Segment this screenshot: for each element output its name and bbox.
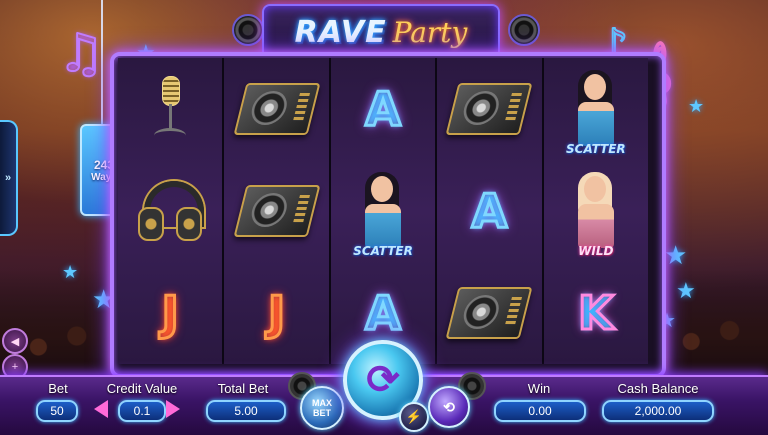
star-icon: ★: [664, 240, 688, 270]
double-chevron-right-icon: »: [4, 172, 12, 184]
turntable-symbol-icon: [445, 287, 533, 339]
reel-cell: [118, 58, 222, 160]
reel-cell: SCATTER: [544, 58, 648, 160]
reel-cell: A: [331, 58, 435, 160]
star-icon: ★: [676, 278, 696, 303]
reel-area: J J A SCATTER A A SCATTER WILD K: [118, 58, 649, 364]
spin-arrows-icon: ⟳: [366, 358, 400, 402]
reel-cell: [224, 58, 328, 160]
star-icon: ★: [62, 262, 79, 282]
badge-cord: [101, 0, 103, 124]
wild-tag: WILD: [578, 244, 614, 258]
credit-value: 0.1: [118, 400, 166, 422]
reel-3: A SCATTER A: [330, 58, 438, 364]
star-icon: ★: [688, 96, 705, 116]
turbo-button[interactable]: ⚡: [399, 402, 429, 432]
music-note-icon: ♫: [57, 23, 106, 85]
cash-balance-label: Cash Balance: [617, 381, 699, 396]
sound-button[interactable]: ◀: [2, 328, 28, 354]
microphone-symbol-icon: [150, 76, 190, 142]
reel-cell: WILD: [544, 160, 648, 262]
logo-text-rave: RAVE: [294, 14, 387, 50]
symbol-a: A: [364, 285, 403, 342]
turntable-symbol-icon: [233, 185, 321, 237]
sound-icon: ◀: [10, 335, 20, 348]
cash-balance-value: 2,000.00: [602, 400, 714, 422]
turntable-symbol-icon: [445, 83, 533, 135]
reel-cell: K: [544, 262, 648, 364]
win-value: 0.00: [494, 400, 586, 422]
reel-2: J: [224, 58, 331, 364]
bet-label: Bet: [48, 381, 68, 396]
credit-value-label: Credit Value: [106, 381, 178, 396]
total-bet-label: Total Bet: [217, 381, 269, 396]
max-bet-button[interactable]: MAX BET: [300, 386, 344, 430]
reel-cell: SCATTER: [331, 160, 435, 262]
reel-cell: [118, 160, 222, 262]
win-label: Win: [527, 381, 551, 396]
wild-symbol: [564, 172, 628, 250]
reel-cell: [224, 160, 328, 262]
autoplay-icon: ⟲: [443, 398, 455, 415]
reel-1: J: [118, 58, 225, 364]
credit-increase-button[interactable]: [166, 400, 180, 418]
headphones-symbol-icon: [138, 181, 205, 241]
reel-cell: [437, 262, 541, 364]
reel-4: A: [437, 58, 544, 364]
reel-cell: [437, 58, 541, 160]
speaker-icon: [232, 14, 264, 46]
total-bet-value: 5.00: [206, 400, 286, 422]
symbol-j: J: [160, 285, 180, 342]
reel-cell: J: [224, 262, 328, 364]
side-menu-tab[interactable]: »: [0, 120, 18, 236]
turntable-symbol-icon: [233, 83, 321, 135]
symbol-a: A: [364, 81, 403, 138]
logo-text-party: Party: [392, 15, 468, 49]
reel-cell: A: [437, 160, 541, 262]
scatter-symbol: [351, 172, 415, 250]
plus-icon: +: [11, 361, 19, 373]
speaker-icon: [508, 14, 540, 46]
scatter-symbol: [564, 70, 628, 148]
symbol-a: A: [470, 183, 509, 240]
symbol-j: J: [267, 285, 287, 342]
scatter-tag: SCATTER: [565, 142, 626, 156]
reel-5: SCATTER WILD K: [543, 58, 649, 364]
lightning-icon: ⚡: [405, 409, 423, 424]
autoplay-button[interactable]: ⟲: [428, 386, 470, 428]
scatter-tag: SCATTER: [353, 244, 413, 258]
bet-value[interactable]: 50: [36, 400, 78, 422]
reel-cell: J: [118, 262, 222, 364]
credit-decrease-button[interactable]: [94, 400, 108, 418]
symbol-k: K: [577, 285, 616, 342]
